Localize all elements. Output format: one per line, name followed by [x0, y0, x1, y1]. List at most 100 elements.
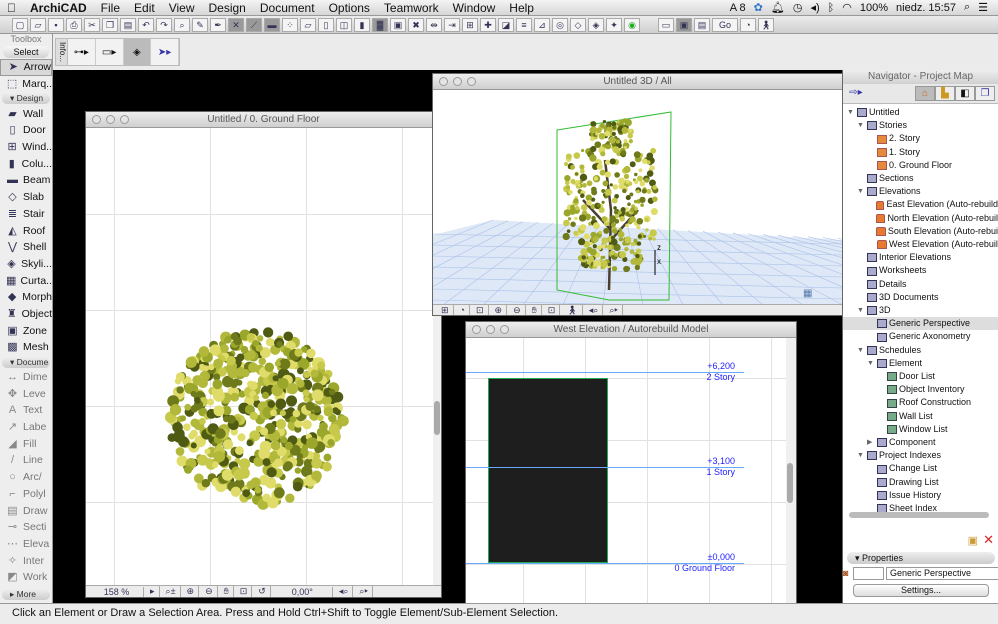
previous-zoom-icon[interactable]: ◂⌕ [335, 586, 354, 597]
grid-snap-icon[interactable]: ⁘ [282, 17, 298, 32]
navigator-menu-icon[interactable]: ⇨▸ [846, 86, 866, 101]
tool-beam[interactable]: ▬ Beam [0, 172, 52, 189]
lock-icon[interactable]: ▮ [354, 17, 370, 32]
menu-window[interactable]: Window [446, 1, 503, 15]
navigator-grid-icon[interactable]: ▦ [803, 288, 812, 299]
tool-stair[interactable]: ≣ Stair [0, 206, 52, 223]
tool-text[interactable]: A Text [0, 402, 52, 419]
3d-explore-icon[interactable]: ⊡ [472, 304, 489, 315]
copy-icon[interactable]: ❐ [102, 17, 118, 32]
render-icon[interactable]: ◎ [552, 17, 568, 32]
pick-up-icon[interactable]: ✎ [192, 17, 208, 32]
open-icon[interactable]: ▱ [30, 17, 46, 32]
tree-item[interactable]: ▼ 3D [843, 304, 998, 317]
vertical-scrollbar[interactable] [786, 338, 796, 604]
tool-eleva[interactable]: ⋯ Eleva [0, 536, 52, 553]
properties-toggle[interactable]: ▾ Properties [847, 552, 995, 564]
delete-icon[interactable]: ✕ [983, 532, 994, 548]
menu-document[interactable]: Document [253, 1, 322, 15]
show-hide-icon[interactable]: ▓ [372, 17, 388, 32]
tree-plan-symbol[interactable] [86, 128, 435, 586]
tree-item[interactable]: Object Inventory [843, 383, 998, 396]
elevation-canvas[interactable]: +6,200 2 Story +3,100 1 Story ±0,000 0 G… [466, 338, 788, 604]
elevation-titlebar[interactable]: West Elevation / Autorebuild Model [466, 322, 796, 338]
zoom-out-icon[interactable]: ⊖ [201, 586, 218, 597]
battery-level[interactable]: 100% [860, 2, 888, 14]
tool-slab[interactable]: ◇ Slab [0, 189, 52, 206]
tool-skyli[interactable]: ◈ Skyli... [0, 256, 52, 273]
tree-item[interactable]: Generic Perspective [843, 317, 998, 331]
tree-item[interactable]: ▼ Stories [843, 119, 998, 132]
tool-colu[interactable]: ▮ Colu... [0, 155, 52, 172]
disclosure-triangle-icon[interactable]: ▼ [857, 344, 865, 357]
disclosure-triangle-icon[interactable]: ▼ [857, 304, 865, 317]
tree-item[interactable]: Window List [843, 423, 998, 436]
orbit-icon[interactable]: ◔ [740, 17, 756, 32]
tree-item[interactable]: ▼ Untitled [843, 106, 998, 119]
tree-item[interactable]: 2. Story [843, 132, 998, 145]
disclosure-triangle-icon[interactable]: ▼ [857, 185, 865, 198]
guide-lines-icon[interactable]: ✕ [228, 17, 244, 32]
zoom-in-out-icon[interactable]: ⌕± [162, 586, 181, 597]
menu-options[interactable]: Options [322, 1, 377, 15]
zoom-button[interactable] [120, 115, 129, 124]
disclosure-triangle-icon[interactable]: ▼ [847, 106, 855, 119]
walk-person-icon[interactable]: 🚶︎ [758, 17, 774, 32]
teamwork-icon[interactable]: ◈ [588, 17, 604, 32]
close-x-icon[interactable]: ✖ [408, 17, 424, 32]
clock-icon[interactable]: ◷ [793, 1, 803, 14]
pan-icon[interactable]: ✋︎ [528, 304, 542, 315]
list-icon[interactable]: ☰ [978, 1, 988, 14]
info-box-tab[interactable]: Info... [56, 39, 68, 65]
tool-object[interactable]: ♜ Object [0, 306, 52, 323]
close-button[interactable] [472, 325, 481, 334]
floor-plan-canvas[interactable] [86, 128, 435, 586]
element-info-icon[interactable]: ▣ [390, 17, 406, 32]
project-map-icon[interactable]: ⌂ [915, 86, 935, 101]
dropbox-icon[interactable]: ✿ [754, 1, 763, 14]
3d-view-icon[interactable]: ▣ [676, 17, 692, 32]
pan-icon[interactable]: ✋︎ [220, 586, 234, 597]
elevation-icon[interactable]: ⇥ [444, 17, 460, 32]
tree-elevation-box[interactable] [488, 378, 608, 563]
tool-draw[interactable]: ▤ Draw [0, 502, 52, 519]
tool-mesh[interactable]: ▩ Mesh [0, 339, 52, 356]
next-zoom-icon[interactable]: ⌕▸ [605, 304, 623, 315]
save-icon[interactable]: ▪ [48, 17, 64, 32]
tree-item[interactable]: 3D Documents [843, 291, 998, 304]
more-group[interactable]: ▸ More [2, 589, 50, 600]
volume-icon[interactable]: ◂) [810, 1, 819, 14]
publisher-sets-icon[interactable]: ❐ [975, 86, 995, 101]
tree-item[interactable]: ▼ Schedules [843, 344, 998, 357]
3d-canvas[interactable]: z x ▦ [433, 90, 842, 305]
tool-labe[interactable]: ↗ Labe [0, 419, 52, 436]
tree-item[interactable]: West Elevation (Auto-rebuil [843, 238, 998, 251]
tree-item[interactable]: East Elevation (Auto-rebuild [843, 198, 998, 211]
detail-icon[interactable]: ⊞ [462, 17, 478, 32]
tree-item[interactable]: Sections [843, 172, 998, 185]
cut-icon[interactable]: ✂ [84, 17, 100, 32]
tree-item[interactable]: ▼ Element [843, 357, 998, 370]
tree-item[interactable]: ▶ Component [843, 436, 998, 449]
tree-item[interactable]: Worksheets [843, 264, 998, 277]
tool-secti[interactable]: ⊸ Secti [0, 519, 52, 536]
next-zoom-icon[interactable]: ⌕▸ [355, 586, 373, 597]
tree-item[interactable]: 1. Story [843, 146, 998, 159]
minimize-button[interactable] [106, 115, 115, 124]
find-select-icon[interactable]: ⌕ [174, 17, 190, 32]
wifi-icon[interactable]: ◠ [842, 1, 852, 14]
floor-plan-view-icon[interactable]: ▭ [658, 17, 674, 32]
worksheet-icon[interactable]: ✚ [480, 17, 496, 32]
disclosure-triangle-icon[interactable]: ▶ [867, 436, 875, 449]
previous-zoom-icon[interactable]: ◂⌕ [585, 304, 604, 315]
redo-icon[interactable]: ↷ [156, 17, 172, 32]
adobe-icon[interactable]: A 8 [730, 2, 746, 14]
bluetooth-icon[interactable]: ᛒ [828, 2, 835, 14]
ruler-icon[interactable]: ⊿ [534, 17, 550, 32]
walk-icon[interactable]: ≡ [516, 17, 532, 32]
zoom-out-icon[interactable]: ⊖ [509, 304, 526, 315]
disclosure-triangle-icon[interactable]: ▼ [857, 449, 865, 462]
zoom-menu-icon[interactable]: ▸ [146, 586, 160, 597]
plane-icon[interactable]: ▱ [300, 17, 316, 32]
tree-item[interactable]: North Elevation (Auto-rebuil [843, 212, 998, 225]
